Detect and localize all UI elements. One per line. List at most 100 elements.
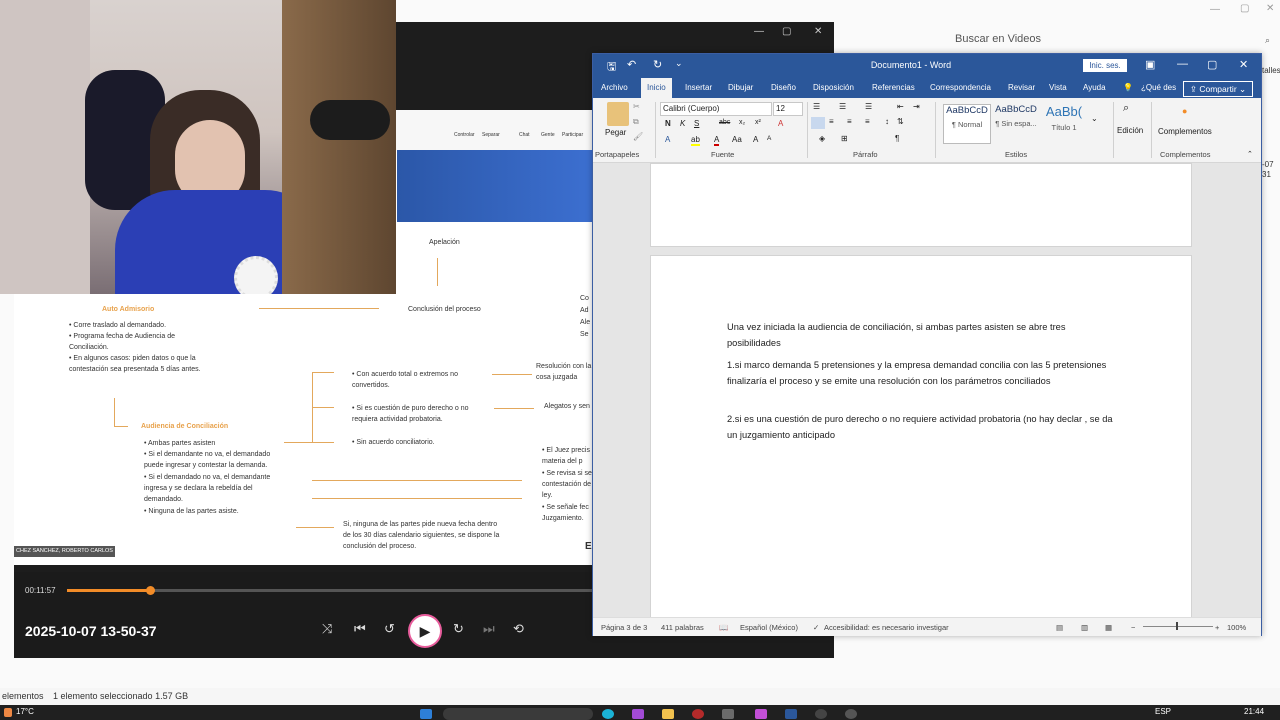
play-icon[interactable]: ▶ [408, 614, 442, 648]
focus-mode-icon[interactable]: ▤ [1056, 623, 1063, 632]
explorer-minimize-icon[interactable]: — [1210, 4, 1220, 15]
doc-paragraph-2[interactable]: 1.si marco demanda 5 pretensiones y la e… [727, 358, 1117, 389]
font-name-select[interactable]: Calibri (Cuerpo) [660, 102, 772, 116]
explorer-close-icon[interactable]: ✕ [1266, 3, 1274, 14]
change-case-icon[interactable]: Aa [732, 135, 742, 144]
obs-icon[interactable] [815, 709, 827, 719]
zoom-level[interactable]: 100% [1227, 623, 1246, 632]
zoom-slider-handle[interactable] [1176, 622, 1178, 630]
font-size-select[interactable]: 12 [773, 102, 803, 116]
search-icon[interactable]: ⌕ [1123, 102, 1129, 115]
tab-referencias[interactable]: Referencias [872, 83, 915, 92]
tab-correspondencia[interactable]: Correspondencia [930, 83, 991, 92]
share-button[interactable]: ⇪ Compartir ⌄ [1183, 81, 1253, 97]
underline-icon[interactable]: S [694, 119, 699, 128]
weather-icon[interactable] [4, 708, 12, 717]
multilevel-list-icon[interactable]: ☰ [865, 102, 872, 111]
edge-icon[interactable] [602, 709, 614, 719]
page-indicator[interactable]: Página 3 de 3 [601, 623, 647, 632]
clock[interactable]: 21:44 [1244, 707, 1264, 716]
repeat-off-icon[interactable]: ⟲ [513, 621, 524, 637]
grow-font-icon[interactable]: A [753, 135, 758, 144]
styles-more-icon[interactable]: ⌄ [1091, 114, 1098, 123]
paste-icon[interactable] [607, 102, 629, 126]
tell-me-search[interactable]: ¿Qué des [1141, 83, 1176, 92]
tab-dibujar[interactable]: Dibujar [728, 83, 753, 92]
start-icon[interactable] [420, 709, 432, 719]
subscript-icon[interactable]: x₂ [739, 119, 745, 126]
italic-icon[interactable]: K [680, 119, 685, 128]
app-icon-4[interactable] [755, 709, 767, 719]
tab-disposicion[interactable]: Disposición [813, 83, 854, 92]
shuffle-icon[interactable]: ⤨ [322, 621, 332, 637]
justify-icon[interactable]: ≡ [865, 117, 870, 126]
show-marks-icon[interactable]: ¶ [895, 134, 899, 143]
word-minimize-icon[interactable]: — [1177, 58, 1188, 70]
rewind-10-icon[interactable]: ↺ [384, 621, 395, 637]
player-minimize-icon[interactable]: — [754, 26, 764, 37]
bullets-icon[interactable]: ☰ [813, 102, 820, 111]
paste-label[interactable]: Pegar [605, 128, 626, 137]
word-taskbar-icon[interactable] [785, 709, 797, 719]
shading-icon[interactable]: ◈ [819, 134, 825, 143]
numbering-icon[interactable]: ☰ [839, 102, 846, 111]
explorer-maximize-icon[interactable]: ▢ [1240, 3, 1249, 14]
tab-revisar[interactable]: Revisar [1008, 83, 1035, 92]
complementos-button[interactable]: Complementos [1158, 127, 1212, 136]
style-titulo-1[interactable]: AaBb( Título 1 [1041, 104, 1087, 142]
forward-30-icon[interactable]: ↻ [453, 621, 464, 637]
collapse-ribbon-icon[interactable]: ⌃ [1247, 150, 1253, 158]
sign-in-button[interactable]: Inic. ses. [1083, 59, 1127, 72]
taskbar-search[interactable] [443, 708, 593, 720]
zoom-out-icon[interactable]: − [1131, 623, 1135, 632]
doc-paragraph-1[interactable]: Una vez iniciada la audiencia de concili… [727, 320, 1117, 351]
player-close-icon[interactable]: ✕ [814, 26, 822, 37]
tab-vista[interactable]: Vista [1049, 83, 1067, 92]
tab-ayuda[interactable]: Ayuda [1083, 83, 1106, 92]
shrink-font-icon[interactable]: A [767, 135, 771, 142]
zoom-slider[interactable] [1143, 626, 1213, 627]
app-icon-2[interactable] [692, 709, 704, 719]
read-mode-icon[interactable]: ▥ [1081, 623, 1088, 632]
doc-paragraph-3[interactable]: 2.si es una cuestión de puro derecho o n… [727, 412, 1117, 443]
superscript-icon[interactable]: x² [755, 119, 761, 126]
highlight-icon[interactable]: ab [691, 135, 700, 146]
word-maximize-icon[interactable]: ▢ [1207, 58, 1217, 71]
app-icon[interactable] [632, 709, 644, 719]
bold-icon[interactable]: N [665, 119, 671, 128]
search-icon[interactable]: ⌕ [1265, 35, 1270, 46]
search-videos-input[interactable]: Buscar en Videos [955, 33, 1041, 45]
previous-icon[interactable]: ⏮ [354, 621, 366, 637]
print-layout-icon[interactable]: ▦ [1105, 623, 1112, 632]
copy-icon[interactable]: ⧉ [633, 117, 639, 127]
cut-icon[interactable]: ✂ [633, 102, 640, 111]
seek-bar-handle[interactable] [145, 586, 155, 595]
current-page[interactable]: Una vez iniciada la audiencia de concili… [650, 255, 1192, 617]
player-maximize-icon[interactable]: ▢ [782, 26, 791, 37]
style-normal[interactable]: AaBbCcD ¶ Normal [943, 104, 991, 144]
align-center-icon[interactable]: ≡ [829, 117, 834, 126]
file-explorer-icon[interactable] [662, 709, 674, 719]
zoom-in-icon[interactable]: + [1215, 623, 1219, 632]
align-left-icon[interactable] [811, 117, 825, 129]
tab-diseno[interactable]: Diseño [771, 83, 796, 92]
line-spacing-icon[interactable]: ↕ [885, 117, 889, 126]
decrease-indent-icon[interactable]: ⇤ [897, 102, 904, 111]
proofing-icon[interactable]: 📖 [719, 623, 728, 632]
edicion-button[interactable]: Edición [1117, 126, 1143, 135]
borders-icon[interactable]: ⊞ [841, 134, 848, 143]
next-icon[interactable]: ⏭ [483, 621, 495, 637]
lightbulb-icon[interactable]: 💡 [1123, 83, 1133, 92]
media-player-icon[interactable] [845, 709, 857, 719]
accessibility-status[interactable]: Accesibilidad: es necesario investigar [824, 623, 949, 632]
font-color-icon[interactable]: A [714, 135, 720, 146]
clear-format-icon[interactable]: A [778, 119, 783, 128]
word-count[interactable]: 411 palabras [661, 623, 704, 632]
align-right-icon[interactable]: ≡ [847, 117, 852, 126]
increase-indent-icon[interactable]: ⇥ [913, 102, 920, 111]
input-language[interactable]: ESP [1155, 707, 1171, 716]
format-painter-icon[interactable]: 🖌 [633, 132, 643, 141]
app-icon-3[interactable] [722, 709, 734, 719]
accessibility-icon[interactable]: ✓ [813, 623, 819, 632]
document-area[interactable]: Una vez iniciada la audiencia de concili… [593, 163, 1261, 617]
